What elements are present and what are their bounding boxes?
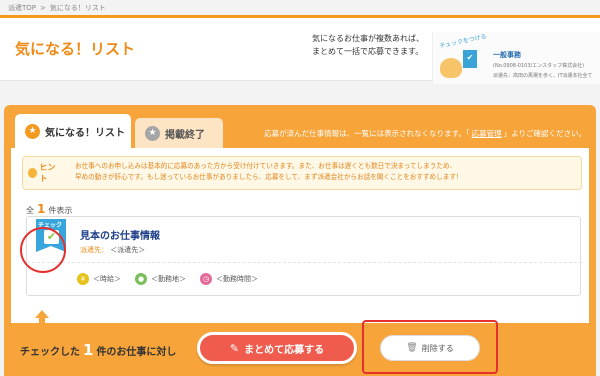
job-divider	[27, 262, 582, 263]
hint-label: ヒント	[28, 163, 60, 183]
tab-expired[interactable]: ★ 掲載終了	[135, 118, 223, 148]
breadcrumb: 派遣TOP > 気になる！リスト	[8, 3, 106, 13]
annotation-rectangle	[362, 320, 498, 374]
sample-job-company: (No.0908-0103/エンスタッフ株式会社)	[493, 63, 585, 69]
result-count: 全 1 件表示	[26, 202, 72, 216]
star-icon: ★	[25, 123, 40, 139]
header-description-line2: まとめて一括で応募できます。	[312, 47, 424, 56]
job-destination-label: 派遣先：	[80, 246, 108, 254]
result-count-prefix: 全	[26, 206, 34, 215]
result-count-value: 1	[37, 202, 46, 216]
hint-text-line1: お仕事へのお申し込みは基本的に応募のあった方から受け付けていきます。また、お仕事…	[75, 162, 457, 170]
lightbulb-icon	[28, 168, 37, 178]
bulk-action-after: 件のお仕事に対し	[96, 347, 177, 358]
bulk-action-text: チェックした 1 件のお仕事に対し	[20, 341, 176, 359]
hint-label-text: ヒント	[39, 163, 56, 183]
hint-box: ヒント お仕事へのお申し込みは基本的に応募のあった方から受け付けていきます。また…	[22, 156, 582, 190]
sample-job-destination: 派遣先：高田の馬場を歩く、IT派遣本社全て	[493, 73, 593, 79]
notice-text: 応募が済んだ仕事情報は、一覧には表示されなくなります。「 応募管理 」よりご確認くだ…	[264, 128, 586, 139]
job-destination: 派遣先： ＜派遣先＞	[80, 245, 145, 255]
header-description: 気になるお仕事が複数あれば、 まとめて一括で応募できます。	[312, 32, 424, 58]
star-icon: ★	[145, 125, 160, 141]
job-card: チェック ✔ 見本のお仕事情報 派遣先： ＜派遣先＞ ¥ ＜時給＞ ● ＜勤務地…	[26, 216, 582, 296]
application-management-link[interactable]: 応募管理	[472, 129, 502, 138]
pencil-icon: ✎	[229, 341, 240, 355]
page-header: 気になる！リスト 気になるお仕事が複数あれば、 まとめて一括で応募できます。 チ…	[0, 15, 600, 84]
yen-icon: ¥	[77, 273, 89, 285]
breadcrumb-home-link[interactable]: 派遣TOP	[8, 4, 36, 12]
job-destination-value: ＜派遣先＞	[110, 246, 146, 254]
bulk-apply-label: まとめて応募する	[244, 344, 325, 356]
hint-text-line2: 早めの動きが肝心です。もし迷っているお仕事がありましたら、応募をして、まず派遣会…	[75, 173, 463, 181]
breadcrumb-current: 気になる！リスト	[49, 4, 106, 12]
bulk-action-count: 1	[83, 341, 94, 359]
job-hours-value: ＜勤務時間＞	[216, 275, 258, 283]
bulk-action-bar: チェックした 1 件のお仕事に対し ✎ まとめて応募する 🗑 削除する	[4, 323, 596, 376]
notice-after: 」よりご確認ください。	[503, 129, 586, 138]
mascot-icon	[440, 58, 462, 78]
job-title-link[interactable]: 見本のお仕事情報	[80, 227, 160, 242]
bulk-action-before: チェックした	[20, 347, 80, 358]
page-title: 気になる！リスト	[15, 40, 136, 58]
bulk-apply-button[interactable]: ✎ まとめて応募する	[197, 332, 357, 364]
job-wage: ¥ ＜時給＞	[77, 273, 121, 285]
hint-text: お仕事へのお申し込みは基本的に応募のあった方から受け付けていきます。また、お仕事…	[75, 161, 580, 183]
location-pin-icon: ●	[135, 273, 147, 285]
sample-tag-label: チェックをつける	[438, 33, 488, 50]
result-count-suffix: 件表示	[48, 206, 73, 215]
breadcrumb-separator: >	[40, 4, 46, 12]
job-details: ¥ ＜時給＞ ● ＜勤務地＞ ◷ ＜勤務時間＞	[77, 273, 258, 285]
notice-before: 応募が済んだ仕事情報は、一覧には表示されなくなります。「	[264, 129, 470, 138]
tab-favorites[interactable]: ★ 気になる！リスト	[15, 114, 131, 148]
header-description-line1: 気になるお仕事が複数あれば、	[312, 34, 424, 43]
tab-expired-label: 掲載終了	[165, 129, 205, 141]
job-location-value: ＜勤務地＞	[151, 275, 186, 283]
sample-job-title: 一般事務	[493, 51, 521, 59]
job-hours: ◷ ＜勤務時間＞	[200, 273, 258, 285]
clock-icon: ◷	[200, 273, 212, 285]
job-wage-value: ＜時給＞	[93, 275, 121, 283]
sample-check-icon: ✔	[463, 50, 477, 68]
job-location: ● ＜勤務地＞	[135, 273, 186, 285]
tab-favorites-label: 気になる！リスト	[45, 127, 125, 139]
annotation-circle	[20, 227, 66, 273]
